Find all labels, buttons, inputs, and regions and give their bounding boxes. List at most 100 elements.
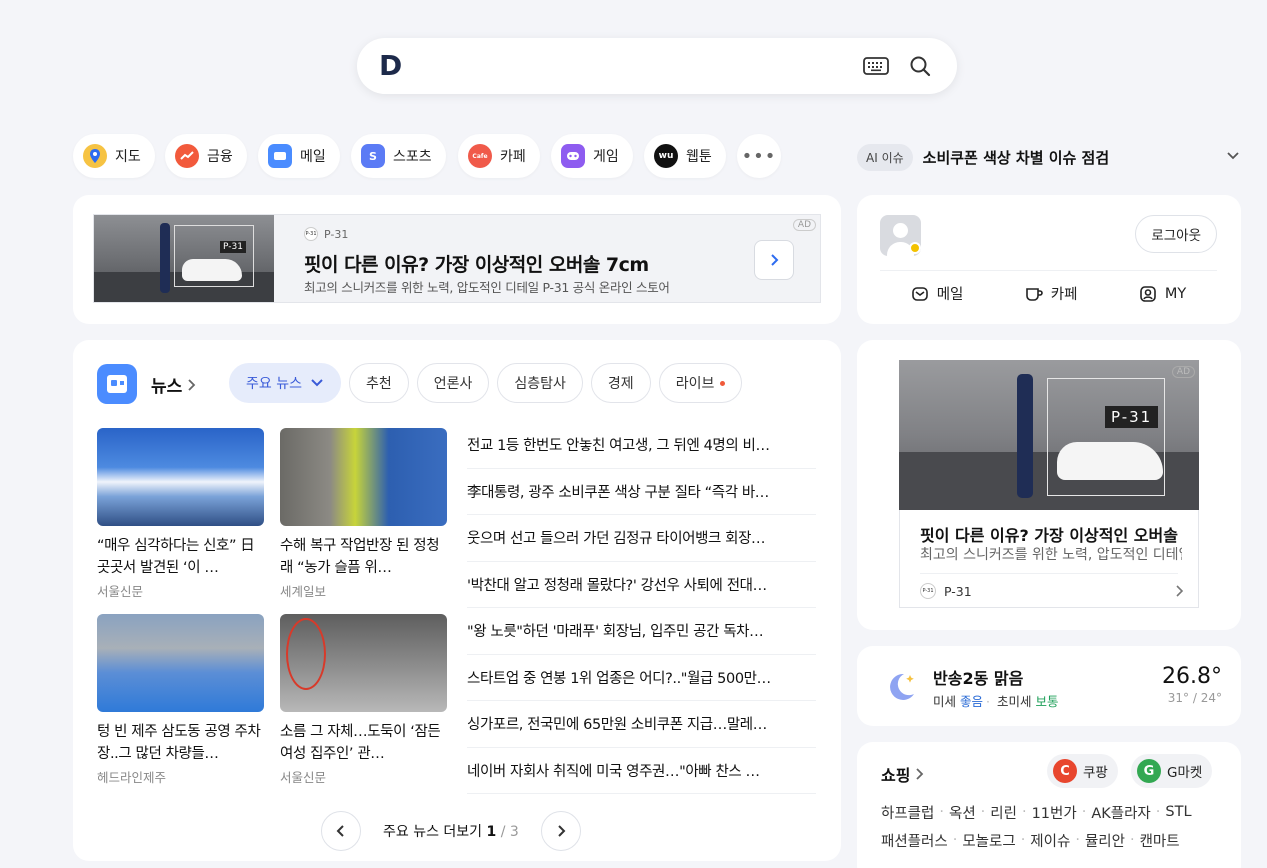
ad-title[interactable]: 핏이 다른 이유? 가장 이상적인 오버솔 7cm [304,250,649,277]
side-ad-title[interactable]: 핏이 다른 이유? 가장 이상적인 오버솔 7cm [920,522,1182,546]
shop-link[interactable]: 옥션 [949,802,976,823]
news-headline[interactable]: “매우 심각하다는 신호” 日 곳곳서 발견된 ‘이 … [97,535,265,579]
news-thumb-4[interactable]: 소름 그 자체…도둑이 ‘잠든 여성 집주인’ 관… 서울신문 [280,614,448,786]
profile-link-mail[interactable]: 메일 [911,283,963,304]
news-headline[interactable]: 텅 빈 제주 삼도동 공영 주차장..그 많던 차량들… [97,721,265,765]
news-headline[interactable]: 수해 복구 작업반장 된 정청래 “농가 슬픔 위… [280,535,448,579]
service-cafe[interactable]: Cafe 카페 [458,134,540,178]
top-ad[interactable]: P-31 P-31 P-31 핏이 다른 이유? 가장 이상적인 오버솔 7cm… [93,214,821,303]
news-list-item[interactable]: '박찬대 알고 정청래 몰랐다?' 강선우 사퇴에 전대… [467,562,816,608]
tab-live[interactable]: 라이브 [658,363,743,403]
tab-deep[interactable]: 심층탐사 [497,363,583,403]
news-source[interactable]: 서울신문 [97,581,265,600]
service-game[interactable]: 게임 [551,134,633,178]
weather-card[interactable]: 반송2동 맑음 미세 좋음 · 초미세 보통 26.8° 31° / 24° [857,646,1241,726]
shopping-title-text: 쇼핑 [881,766,911,785]
shop-link[interactable]: 뮬리안 [1085,830,1125,851]
coupang-button[interactable]: C 쿠팡 [1047,754,1118,788]
service-label: 카페 [500,149,526,165]
news-list-item[interactable]: 전교 1등 한번도 안놓친 여고생, 그 뒤엔 4명의 비… [467,422,816,469]
pager-text: 주요 뉴스 더보기 1 / 3 [383,821,519,841]
side-ad-brand[interactable]: P-31 P-31 [920,583,972,599]
side-ad-image[interactable]: P-31 AD [899,360,1199,510]
news-thumb-3[interactable]: 텅 빈 제주 삼도동 공영 주차장..그 많던 차량들… 헤드라인제주 [97,614,265,786]
current-temperature: 26.8° [1162,664,1222,689]
ai-issue-text[interactable]: 소비쿠폰 색상 차별 이슈 점검 [923,147,1110,168]
keyboard-icon[interactable] [863,56,889,80]
temperature-range: 31° / 24° [1167,691,1222,705]
shop-link[interactable]: 하프클럽 [881,802,934,823]
tab-press[interactable]: 언론사 [416,363,490,403]
shop-link[interactable]: 캔마트 [1140,830,1180,851]
ad-go-button[interactable] [754,240,794,280]
service-map[interactable]: 지도 [73,134,155,178]
ad-image-text: P-31 [1105,406,1159,428]
profile-link-my[interactable]: MY [1139,283,1186,304]
service-label: 금융 [207,149,233,165]
next-page-button[interactable] [540,811,581,851]
news-source[interactable]: 서울신문 [280,767,448,786]
shop-link[interactable]: AK플라자 [1091,802,1150,823]
service-mail[interactable]: 메일 [258,134,340,178]
service-finance[interactable]: 금융 [165,134,247,178]
news-image[interactable] [280,614,447,712]
dust-value: 좋음 [960,694,984,709]
shop-link[interactable]: 제이슈 [1030,830,1070,851]
chevron-right-icon [916,768,924,780]
news-list-item[interactable]: 웃으며 선고 들으러 가던 김정규 타이어뱅크 회장… [467,515,816,562]
tab-recommend[interactable]: 추천 [348,363,409,403]
news-list: 전교 1등 한번도 안놓친 여고생, 그 뒤엔 4명의 비… 李대통령, 광주 … [467,422,816,794]
search-bar[interactable]: D [357,38,957,94]
search-icon[interactable] [909,55,931,81]
tab-main-news[interactable]: 주요 뉴스 [229,363,341,403]
service-webtoon[interactable]: wu 웹툰 [644,134,726,178]
shop-link[interactable]: STL [1165,804,1191,820]
game-icon [561,144,585,168]
tab-economy[interactable]: 경제 [590,363,651,403]
chevron-down-icon[interactable] [1225,148,1241,168]
more-services-button[interactable]: ••• [737,134,781,178]
cup-icon [1025,287,1043,301]
ad-tag: AD [792,219,816,231]
shop-link[interactable]: 리린 [990,802,1017,823]
news-image[interactable] [97,614,264,712]
news-title[interactable]: 뉴스 [151,372,182,397]
shopping-title[interactable]: 쇼핑 [881,762,924,786]
news-source[interactable]: 세계일보 [280,581,448,600]
news-list-item[interactable]: 싱가포르, 전국민에 65만원 소비쿠폰 지급…말레… [467,701,816,748]
ai-issue-bar[interactable]: AI 이슈 소비쿠폰 색상 차별 이슈 점검 [857,142,1241,172]
shopping-card: 쇼핑 C 쿠팡 G G마켓 하프클럽 · 옥션 · 리린 · 11번가 · AK플라자 ·… [857,742,1241,868]
ad-image-text: P-31 [220,241,246,253]
daum-logo[interactable]: D [379,52,405,80]
shopping-links: 하프클럽 · 옥션 · 리린 · 11번가 · AK플라자 · STL 패션플러스 · 모놀… [881,798,1221,854]
prev-page-button[interactable] [321,811,361,851]
news-image[interactable] [97,428,264,526]
shop-link[interactable]: 모놀로그 [962,830,1015,851]
news-list-item[interactable]: 스타트업 중 연봉 1위 업종은 어디?.."월급 500만… [467,655,816,701]
logout-button[interactable]: 로그아웃 [1135,215,1217,253]
cafe-icon: Cafe [468,144,492,168]
news-card: 뉴스 주요 뉴스 추천 언론사 심층탐사 경제 라이브 “매우 심각하다는 신호… [73,340,841,861]
chevron-down-icon [311,379,323,387]
profile-link-cafe[interactable]: 카페 [1025,283,1077,304]
shop-link[interactable]: 패션플러스 [881,830,948,851]
news-thumb-2[interactable]: 수해 복구 작업반장 된 정청래 “농가 슬픔 위… 세계일보 [280,428,448,600]
gmarket-button[interactable]: G G마켓 [1131,754,1213,788]
ad-description: 최고의 스니커즈를 위한 노력, 압도적인 디테일 P-31 공식 온라인 스토… [304,280,670,295]
ultra-dust-label: 초미세 [996,694,1032,709]
service-sports[interactable]: S 스포츠 [351,134,446,178]
news-list-item[interactable]: 네이버 자회사 취직에 미국 영주권…"아빠 찬스 … [467,748,816,794]
ad-image[interactable]: P-31 [94,215,274,302]
news-headline[interactable]: 소름 그 자체…도둑이 ‘잠든 여성 집주인’ 관… [280,721,448,765]
news-list-item[interactable]: 李대통령, 광주 소비쿠폰 색상 구분 질타 “즉각 바… [467,469,816,515]
news-source[interactable]: 헤드라인제주 [97,767,265,786]
service-label: 지도 [115,149,141,165]
news-list-item[interactable]: "왕 노릇"하던 '마래푸' 회장님, 입주민 공간 독차… [467,608,816,655]
mail-icon [268,144,292,168]
news-thumb-1[interactable]: “매우 심각하다는 신호” 日 곳곳서 발견된 ‘이 … 서울신문 [97,428,265,600]
shop-link[interactable]: 11번가 [1032,802,1077,823]
side-ad-brand-name: P-31 [944,583,972,599]
side-ad-body[interactable]: 핏이 다른 이유? 가장 이상적인 오버솔 7cm 최고의 스니커즈를 위한 노… [899,510,1199,608]
live-dot [720,380,726,386]
news-image[interactable] [280,428,447,526]
